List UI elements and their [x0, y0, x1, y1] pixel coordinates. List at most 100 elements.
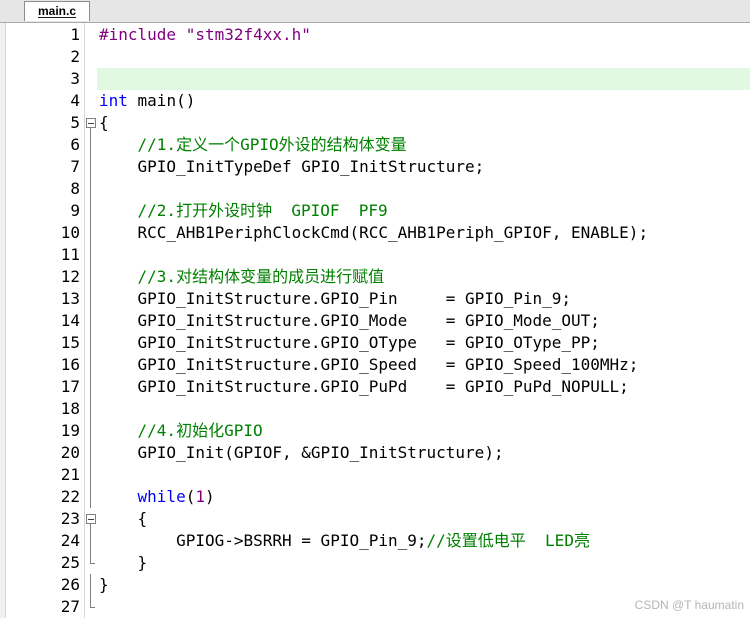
code-text[interactable]: GPIO_InitStructure.GPIO_OType = GPIO_OTy… — [99, 332, 600, 354]
line-number: 10 — [60, 223, 80, 242]
code-text[interactable]: GPIO_InitStructure.GPIO_PuPd = GPIO_PuPd… — [99, 376, 629, 398]
fold-guide — [86, 156, 96, 178]
code-line[interactable]: 17 GPIO_InitStructure.GPIO_PuPd = GPIO_P… — [0, 376, 750, 398]
code-text[interactable]: //1.定义一个GPIO外设的结构体变量 — [99, 134, 407, 156]
token-cmt: //3.对结构体变量的成员进行赋值 — [99, 267, 385, 286]
code-line[interactable]: 26} — [0, 574, 750, 596]
line-number: 1 — [70, 25, 80, 44]
line-number: 18 — [60, 399, 80, 418]
code-line[interactable]: 11 — [0, 244, 750, 266]
token: GPIO_InitStructure.GPIO_Pin = GPIO_Pin_9… — [99, 289, 572, 308]
code-line[interactable]: 2 — [0, 46, 750, 68]
code-line[interactable]: 19 //4.初始化GPIO — [0, 420, 750, 442]
code-line[interactable]: 10 RCC_AHB1PeriphClockCmd(RCC_AHB1Periph… — [0, 222, 750, 244]
code-text[interactable]: int main() — [99, 90, 195, 112]
code-line[interactable]: 1 #include "stm32f4xx.h" — [0, 24, 750, 46]
code-line[interactable]: 6 //1.定义一个GPIO外设的结构体变量 — [0, 134, 750, 156]
fold-guide — [86, 266, 96, 288]
code-line[interactable]: 3 — [0, 68, 750, 90]
token: { — [99, 509, 148, 528]
code-line[interactable]: 8 — [0, 178, 750, 200]
code-line[interactable]: 22 while(1) — [0, 486, 750, 508]
token: GPIO_InitStructure.GPIO_Speed = GPIO_Spe… — [99, 355, 639, 374]
fold-guide — [86, 178, 96, 200]
token: RCC_AHB1PeriphClockCmd(RCC_AHB1Periph_GP… — [99, 223, 649, 242]
line-number: 12 — [60, 267, 80, 286]
fold-guide — [86, 464, 96, 486]
code-editor[interactable]: 1 #include "stm32f4xx.h" 2 3 4 int main() 5{6 … — [0, 23, 750, 618]
token-cmt: //2.打开外设时钟 GPIOF PF9 — [99, 201, 388, 220]
token: main() — [127, 91, 196, 110]
code-line[interactable]: 24 GPIOG->BSRRH = GPIO_Pin_9;//设置低电平 LED… — [0, 530, 750, 552]
fold-collapse-icon[interactable] — [86, 508, 96, 530]
fold-guide — [86, 68, 96, 90]
code-line[interactable]: 18 — [0, 398, 750, 420]
line-number: 25 — [60, 553, 80, 572]
code-line[interactable]: 16 GPIO_InitStructure.GPIO_Speed = GPIO_… — [0, 354, 750, 376]
code-text[interactable]: GPIO_InitStructure.GPIO_Speed = GPIO_Spe… — [99, 354, 639, 376]
code-text[interactable]: GPIO_InitStructure.GPIO_Pin = GPIO_Pin_9… — [99, 288, 571, 310]
fold-guide — [86, 442, 96, 464]
token: GPIO_Init(GPIOF, &GPIO_InitStructure); — [99, 443, 504, 462]
code-text[interactable]: RCC_AHB1PeriphClockCmd(RCC_AHB1Periph_GP… — [99, 222, 649, 244]
token: ) — [204, 487, 215, 506]
line-number: 9 — [70, 201, 80, 220]
line-number: 4 — [70, 91, 80, 110]
code-text[interactable]: //4.初始化GPIO — [99, 420, 263, 442]
line-number: 19 — [60, 421, 80, 440]
code-line[interactable]: 20 GPIO_Init(GPIOF, &GPIO_InitStructure)… — [0, 442, 750, 464]
code-text[interactable]: GPIO_InitTypeDef GPIO_InitStructure; — [99, 156, 485, 178]
code-line[interactable]: 13 GPIO_InitStructure.GPIO_Pin = GPIO_Pi… — [0, 288, 750, 310]
line-number: 17 — [60, 377, 80, 396]
fold-guide — [86, 90, 96, 112]
fold-guide — [86, 552, 96, 574]
token-num: 1 — [195, 487, 205, 506]
code-text[interactable]: } — [99, 552, 148, 574]
token-cmt: //1.定义一个GPIO外设的结构体变量 — [99, 135, 407, 154]
line-number: 23 — [60, 509, 80, 528]
token-str: "stm32f4xx.h" — [185, 25, 311, 44]
line-number: 16 — [60, 355, 80, 374]
code-line[interactable]: 7 GPIO_InitTypeDef GPIO_InitStructure; — [0, 156, 750, 178]
code-text[interactable]: #include "stm32f4xx.h" — [99, 24, 311, 46]
token-cmt: //4.初始化GPIO — [99, 421, 263, 440]
code-text[interactable]: GPIO_InitStructure.GPIO_Mode = GPIO_Mode… — [99, 310, 600, 332]
code-text[interactable]: while(1) — [99, 486, 215, 508]
token: GPIO_InitStructure.GPIO_Mode = GPIO_Mode… — [99, 311, 600, 330]
fold-guide — [86, 200, 96, 222]
fold-guide — [86, 376, 96, 398]
code-text[interactable]: } — [99, 574, 109, 596]
line-number: 3 — [70, 69, 80, 88]
fold-guide — [86, 354, 96, 376]
code-text[interactable]: //2.打开外设时钟 GPIOF PF9 — [99, 200, 388, 222]
line-number: 15 — [60, 333, 80, 352]
tab-label: main.c — [37, 4, 76, 18]
code-line[interactable]: 5{ — [0, 112, 750, 134]
code-line[interactable]: 15 GPIO_InitStructure.GPIO_OType = GPIO_… — [0, 332, 750, 354]
tab-main-c[interactable]: main.c — [24, 1, 90, 21]
fold-collapse-icon[interactable] — [86, 112, 96, 134]
line-number: 20 — [60, 443, 80, 462]
code-text[interactable]: //3.对结构体变量的成员进行赋值 — [99, 266, 385, 288]
code-line[interactable]: 25 } — [0, 552, 750, 574]
token: GPIO_InitTypeDef GPIO_InitStructure; — [99, 157, 485, 176]
code-line[interactable]: 4 int main() — [0, 90, 750, 112]
code-line[interactable]: 12 //3.对结构体变量的成员进行赋值 — [0, 266, 750, 288]
fold-guide — [86, 486, 96, 508]
minus-box-icon — [86, 118, 96, 128]
code-text[interactable]: GPIOG->BSRRH = GPIO_Pin_9;//设置低电平 LED亮 — [99, 530, 590, 552]
code-line[interactable]: 9 //2.打开外设时钟 GPIOF PF9 — [0, 200, 750, 222]
fold-guide — [86, 244, 96, 266]
code-line[interactable]: 14 GPIO_InitStructure.GPIO_Mode = GPIO_M… — [0, 310, 750, 332]
code-text[interactable]: { — [99, 112, 109, 134]
token-prep: #include — [99, 25, 186, 44]
line-number: 27 — [60, 597, 80, 616]
code-line[interactable]: 23 { — [0, 508, 750, 530]
code-text[interactable]: GPIO_Init(GPIOF, &GPIO_InitStructure); — [99, 442, 504, 464]
fold-guide — [86, 46, 96, 68]
code-line[interactable]: 21 — [0, 464, 750, 486]
fold-guide — [86, 574, 96, 596]
line-number: 13 — [60, 289, 80, 308]
code-text[interactable]: { — [99, 508, 148, 530]
token: } — [99, 553, 148, 572]
